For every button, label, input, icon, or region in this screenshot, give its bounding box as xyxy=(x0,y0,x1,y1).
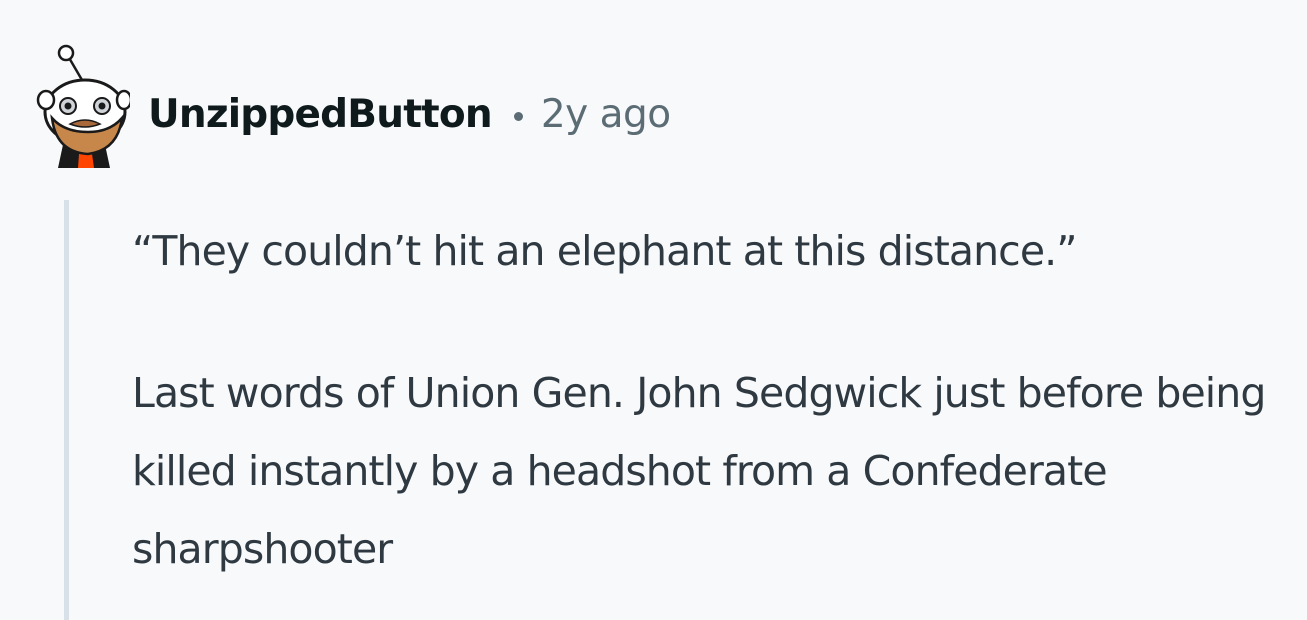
avatar[interactable] xyxy=(30,40,133,170)
comment: UnzippedButton 2y ago “They couldn’t hit… xyxy=(0,0,1307,620)
timestamp[interactable]: 2y ago xyxy=(541,92,671,137)
thread-line[interactable] xyxy=(64,200,69,620)
snoo-avatar-icon xyxy=(36,44,133,168)
comment-header: UnzippedButton 2y ago xyxy=(30,40,671,170)
comment-body: “They couldn’t hit an elephant at this d… xyxy=(132,212,1292,588)
comment-paragraph: “They couldn’t hit an elephant at this d… xyxy=(132,227,1078,275)
comment-meta: UnzippedButton 2y ago xyxy=(148,92,671,137)
meta-separator-dot xyxy=(513,111,523,121)
username-link[interactable]: UnzippedButton xyxy=(148,92,493,137)
comment-paragraph: Last words of Union Gen. John Sedgwick j… xyxy=(132,369,1266,573)
